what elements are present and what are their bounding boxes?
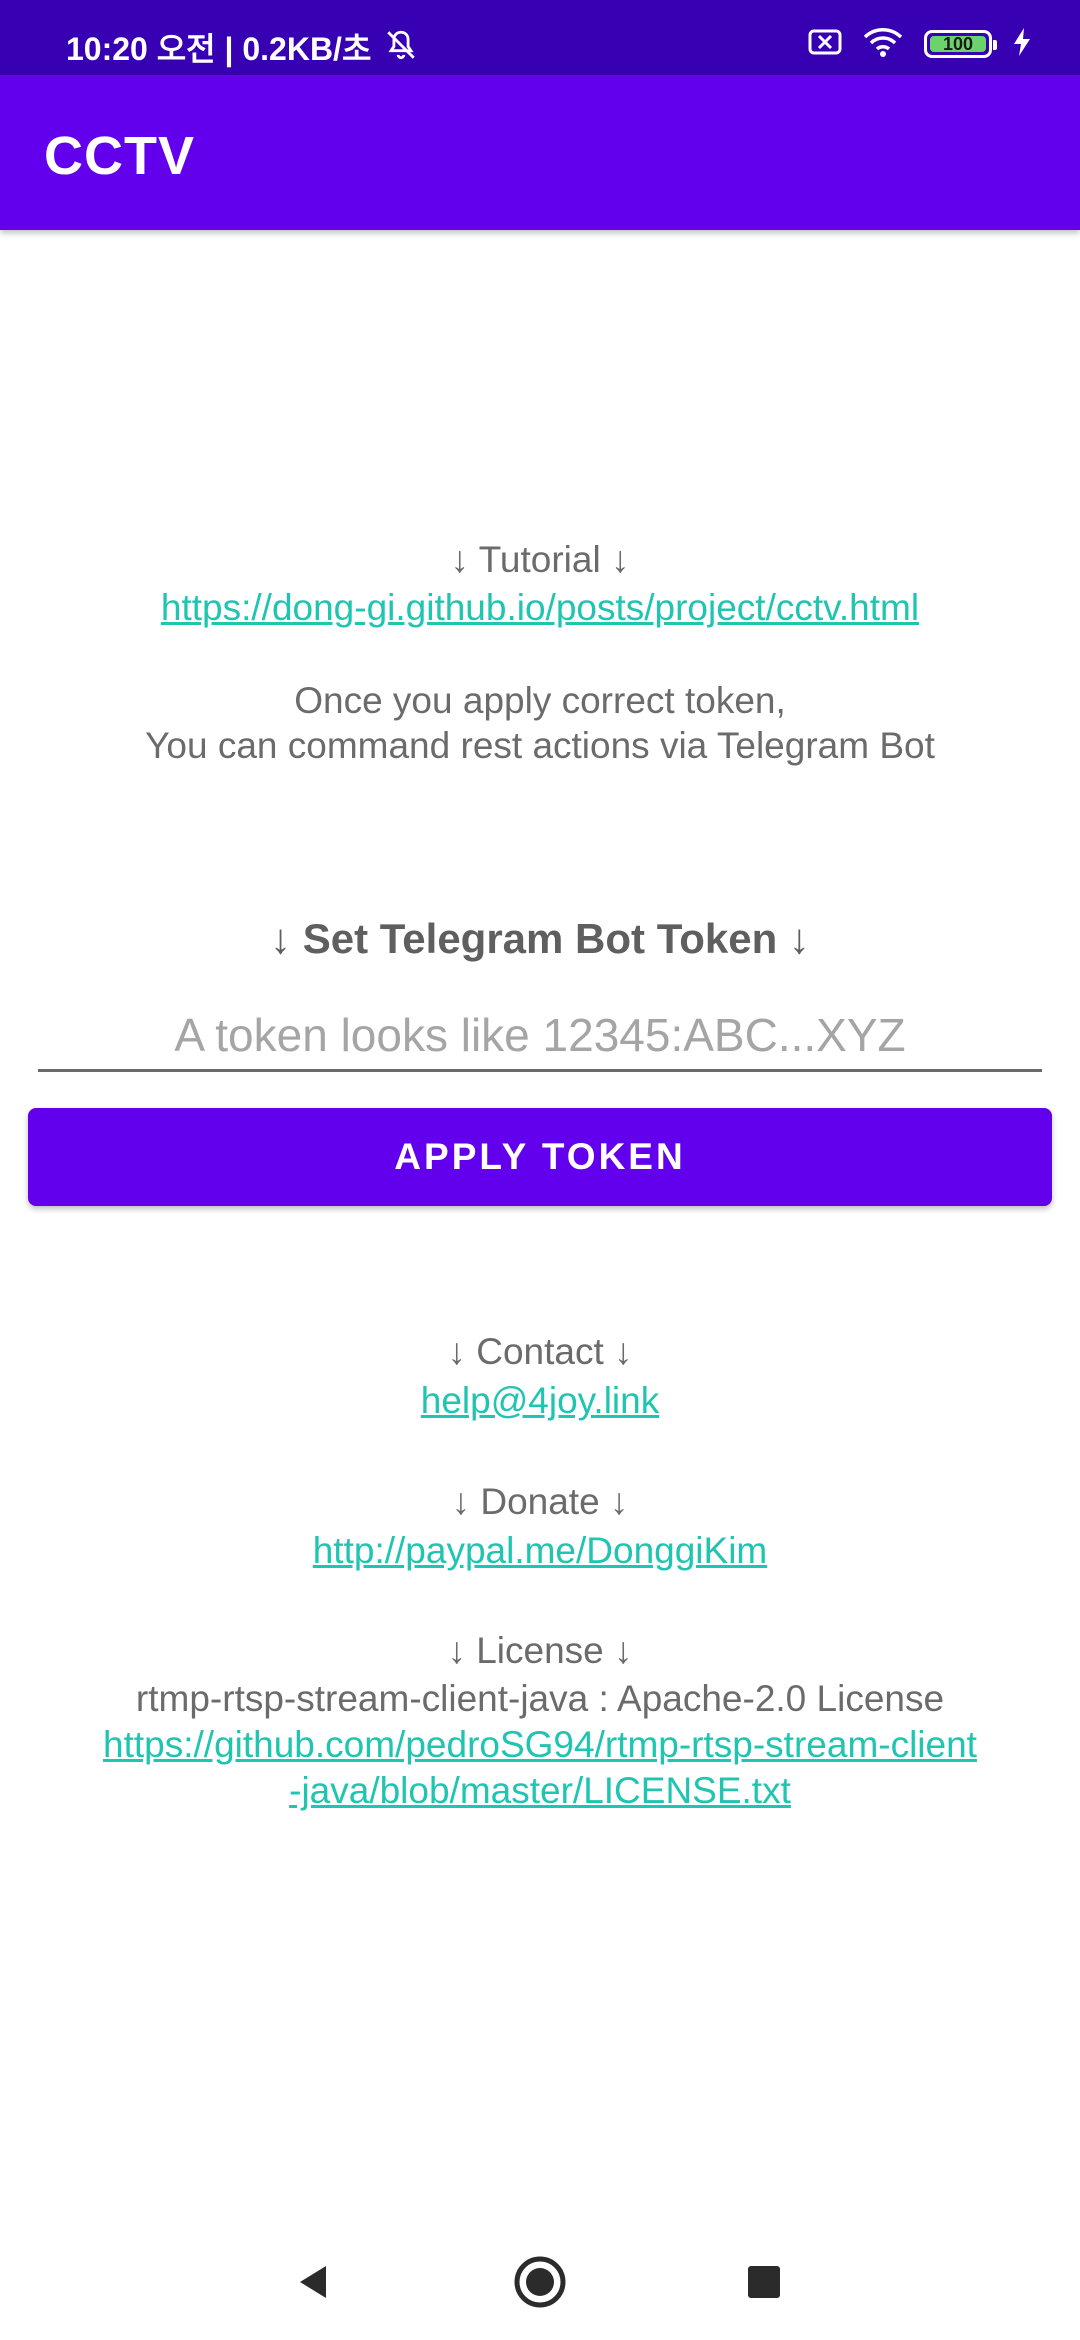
- tutorial-heading: ↓ Tutorial ↓: [450, 539, 630, 580]
- contact-heading: ↓ Contact ↓: [447, 1331, 633, 1372]
- donate-heading: ↓ Donate ↓: [451, 1481, 629, 1522]
- mute-icon: [384, 28, 418, 67]
- license-text: rtmp-rtsp-stream-client-java : Apache-2.…: [135, 1678, 945, 1719]
- status-time: 10:20 오전 | 0.2KB/초: [66, 31, 372, 67]
- recents-button[interactable]: [732, 2250, 796, 2314]
- home-button[interactable]: [508, 2250, 572, 2314]
- license-heading: ↓ License ↓: [447, 1630, 633, 1671]
- battery-level: 100: [942, 33, 974, 54]
- wifi-icon: [862, 26, 904, 63]
- recents-icon: [748, 2266, 780, 2298]
- app-bar: CCTV: [0, 75, 1080, 230]
- back-icon: [300, 2266, 326, 2298]
- contact-email-link[interactable]: help@4joy.link: [421, 1380, 659, 1421]
- tutorial-note-line2: You can command rest actions via Telegra…: [145, 725, 935, 766]
- token-heading: ↓ Set Telegram Bot Token ↓: [270, 915, 810, 962]
- sim-off-icon: [808, 28, 842, 61]
- app-title: CCTV: [44, 126, 195, 186]
- navigation-bar: [0, 2220, 1080, 2340]
- battery-icon: 100: [924, 30, 997, 58]
- license-link-line2[interactable]: -java/blob/master/LICENSE.txt: [289, 1770, 791, 1811]
- back-button[interactable]: [282, 2250, 346, 2314]
- status-bar: 10:20 오전 | 0.2KB/초 100: [0, 0, 1080, 75]
- tutorial-link[interactable]: https://dong-gi.github.io/posts/project/…: [161, 587, 919, 628]
- token-input[interactable]: [38, 1000, 1042, 1072]
- apply-token-button[interactable]: APPLY TOKEN: [28, 1108, 1052, 1206]
- donate-link[interactable]: http://paypal.me/DonggiKim: [313, 1530, 768, 1571]
- license-link-line1[interactable]: https://github.com/pedroSG94/rtmp-rtsp-s…: [103, 1724, 977, 1765]
- charging-icon: [1012, 27, 1032, 62]
- home-icon: [514, 2256, 566, 2308]
- status-icons: 100: [808, 24, 1032, 64]
- tutorial-note-line1: Once you apply correct token,: [294, 680, 786, 721]
